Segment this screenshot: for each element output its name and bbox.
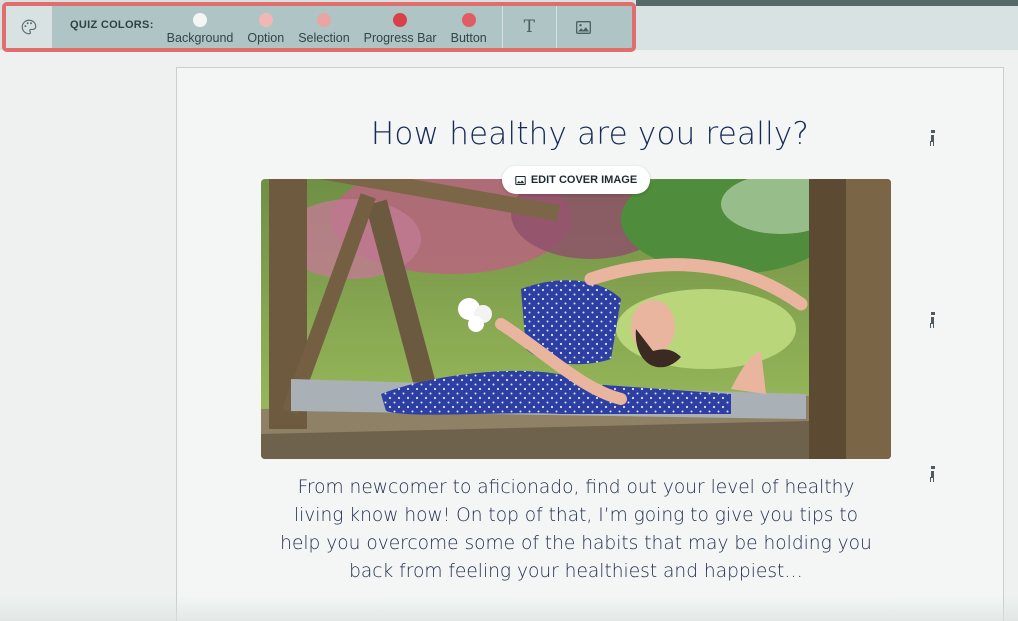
palette-button[interactable] — [6, 6, 52, 48]
image-tool-button[interactable] — [555, 6, 610, 48]
quiz-canvas: How healthy are you really? EDIT COVER I… — [176, 67, 1004, 621]
color-dot — [393, 13, 408, 27]
cover-image[interactable] — [261, 179, 891, 459]
image-icon — [515, 175, 526, 185]
text-icon: T — [523, 17, 535, 37]
image-info-icon[interactable] — [929, 312, 937, 326]
swatch-label: Progress Bar — [363, 31, 437, 45]
swatch-selection[interactable]: Selection — [291, 6, 356, 48]
swatch-background[interactable]: Background — [160, 6, 241, 48]
title-info-icon[interactable] — [929, 130, 937, 144]
cover-photo — [261, 179, 891, 459]
image-icon — [575, 20, 591, 34]
palette-icon — [21, 19, 37, 35]
text-tool-button[interactable]: T — [501, 6, 556, 48]
swatch-label: Option — [247, 31, 285, 45]
swatch-option[interactable]: Option — [240, 6, 291, 48]
color-dot — [193, 13, 208, 27]
edit-cover-image-button[interactable]: EDIT COVER IMAGE — [502, 166, 650, 194]
swatch-button[interactable]: Button — [444, 6, 494, 48]
quiz-colors-label: QUIZ COLORS: — [70, 19, 154, 31]
swatch-label: Background — [166, 31, 234, 45]
quiz-description[interactable]: From newcomer to aficionado, find out yo… — [271, 474, 881, 586]
color-dot — [316, 13, 331, 27]
color-dot — [258, 13, 273, 27]
description-info-icon[interactable] — [929, 466, 937, 480]
swatch-label: Selection — [298, 31, 350, 45]
edit-cover-label: EDIT COVER IMAGE — [530, 174, 638, 186]
swatch-progress-bar[interactable]: Progress Bar — [357, 6, 444, 48]
quiz-colors-toolbar: QUIZ COLORS: Background Option Selection… — [2, 2, 636, 52]
swatch-label: Button — [450, 31, 487, 45]
color-dot — [461, 13, 476, 27]
quiz-title[interactable]: How healthy are you really? — [177, 116, 1003, 152]
top-bar-accent — [636, 0, 1018, 6]
